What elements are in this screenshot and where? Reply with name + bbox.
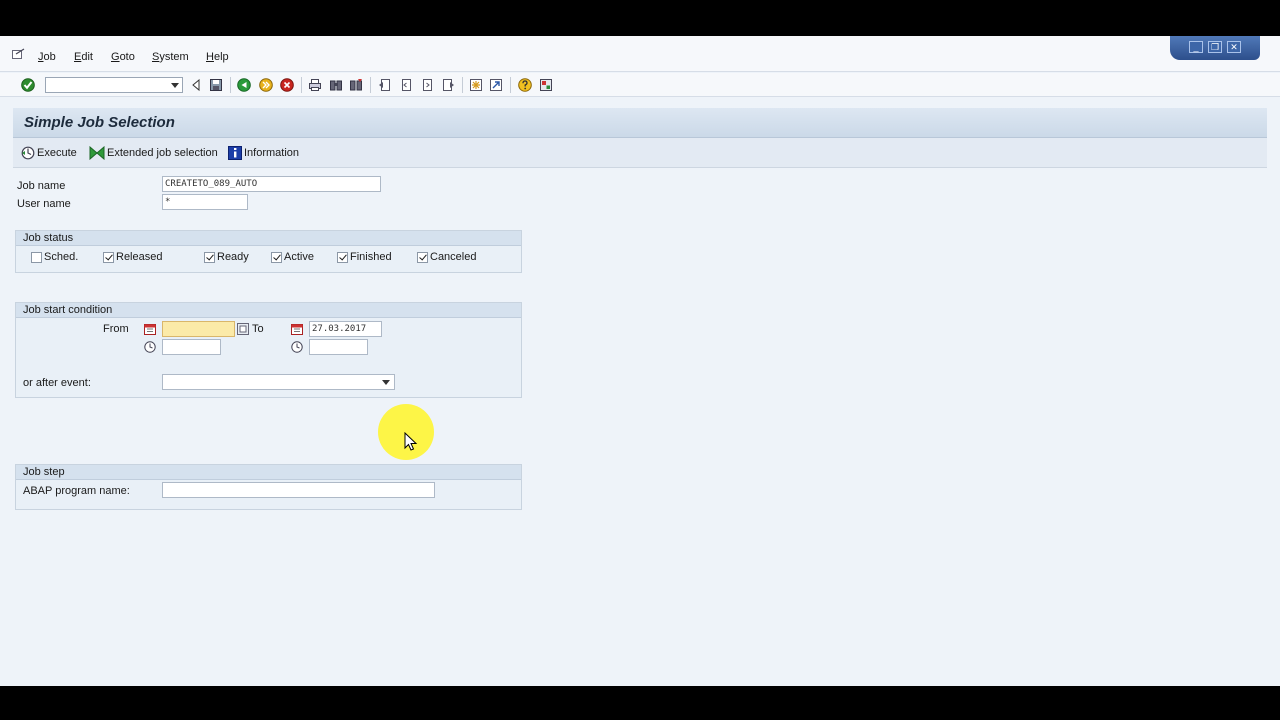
job-status-title: Job status [16,231,521,246]
title-bar: Simple Job Selection [13,108,1267,138]
menu-job[interactable]: Job [38,51,56,63]
first-page-icon[interactable] [378,78,392,92]
help-icon[interactable] [518,78,532,92]
checkbox-released-box[interactable] [103,251,114,263]
checkbox-active-box[interactable] [271,251,282,263]
back-icon[interactable] [189,78,203,92]
multiple-selection-icon[interactable] [237,323,249,335]
create-session-icon[interactable] [469,78,483,92]
to-time-input[interactable] [309,339,368,355]
toolbar-separator [230,77,231,93]
job-step-group: Job step ABAP program name: [15,464,522,510]
chevron-down-icon[interactable] [171,83,179,88]
green-back-icon[interactable] [237,78,251,92]
checkbox-canceled-label: Canceled [430,251,477,263]
execute-button[interactable]: Execute [21,146,77,160]
from-date-input[interactable] [162,321,235,337]
last-page-icon[interactable] [441,78,455,92]
menu-goto[interactable]: Goto [111,51,135,63]
to-date-input[interactable]: 27.03.2017 [309,321,382,337]
enter-icon[interactable] [21,78,35,92]
menu-bar: Job Edit Goto System Help _ ❐ ✕ [0,36,1280,72]
page-title: Simple Job Selection [24,114,175,131]
job-status-group: Job status Sched. Released Ready Active … [15,230,522,273]
abap-program-label: ABAP program name: [23,485,130,497]
checkbox-ready[interactable]: Ready [204,251,249,263]
application-toolbar: Execute Extended job selection Informati… [13,138,1267,168]
calendar-icon[interactable] [144,323,156,335]
checkbox-sched[interactable]: Sched. [31,251,78,263]
checkbox-finished[interactable]: Finished [337,251,392,263]
previous-page-icon[interactable] [399,78,413,92]
mouse-cursor-icon [404,432,418,451]
menu-system[interactable]: System [152,51,189,63]
job-step-title: Job step [16,465,521,480]
shortcut-icon[interactable] [489,78,503,92]
checkbox-released-label: Released [116,251,163,263]
extended-selection-icon [89,146,105,160]
user-name-label: User name [17,198,71,210]
user-name-input[interactable]: * [162,194,248,210]
checkbox-finished-box[interactable] [337,251,348,263]
clock-icon[interactable] [291,341,303,353]
find-icon[interactable] [329,78,343,92]
job-name-label: Job name [17,180,66,192]
cancel-icon[interactable] [280,78,294,92]
checkbox-sched-box[interactable] [31,251,42,263]
checkbox-ready-box[interactable] [204,251,215,263]
checkbox-ready-label: Ready [217,251,249,263]
calendar-icon[interactable] [291,323,303,335]
print-icon[interactable] [308,78,322,92]
information-label: Information [244,147,300,159]
job-start-condition-title: Job start condition [16,303,521,318]
menu-help[interactable]: Help [206,51,229,63]
exit-icon[interactable] [259,78,273,92]
checkbox-active-label: Active [284,251,314,263]
abap-program-input[interactable] [162,482,435,498]
checkbox-sched-label: Sched. [44,251,79,263]
extended-job-selection-button[interactable]: Extended job selection [89,146,218,160]
job-name-input[interactable]: CREATETO_089_AUTO [162,176,381,192]
restore-button[interactable]: ❐ [1208,41,1222,53]
toolbar-separator [370,77,371,93]
window-controls: _ ❐ ✕ [1170,36,1260,60]
sap-window: Job Edit Goto System Help _ ❐ ✕ Simple J… [0,36,1280,686]
selection-screen: Job name CREATETO_089_AUTO User name * J… [13,169,1267,685]
checkbox-canceled-box[interactable] [417,251,428,263]
save-icon[interactable] [209,78,223,92]
information-button[interactable]: Information [228,146,299,160]
from-label: From [103,323,129,335]
menu-icon[interactable] [12,48,25,59]
toolbar-separator [510,77,511,93]
find-next-icon[interactable] [349,78,363,92]
checkbox-active[interactable]: Active [271,251,314,263]
checkbox-canceled[interactable]: Canceled [417,251,476,263]
after-event-dropdown[interactable] [162,374,395,390]
from-time-input[interactable] [162,339,221,355]
after-event-label: or after event: [23,377,91,389]
menu-edit[interactable]: Edit [74,51,93,63]
clock-icon[interactable] [144,341,156,353]
standard-toolbar [0,73,1280,97]
execute-icon [21,146,35,160]
command-field[interactable] [45,77,183,93]
minimize-button[interactable]: _ [1189,41,1203,53]
toolbar-separator [301,77,302,93]
layout-icon[interactable] [539,78,553,92]
job-start-condition-group: Job start condition From To 27.03.2017 o… [15,302,522,398]
information-icon [228,146,242,160]
to-label: To [252,323,264,335]
toolbar-separator [462,77,463,93]
checkbox-released[interactable]: Released [103,251,162,263]
next-page-icon[interactable] [420,78,434,92]
execute-label: Execute [37,147,77,159]
close-button[interactable]: ✕ [1227,41,1241,53]
chevron-down-icon[interactable] [382,380,390,385]
checkbox-finished-label: Finished [350,251,392,263]
extended-job-selection-label: Extended job selection [107,147,218,159]
